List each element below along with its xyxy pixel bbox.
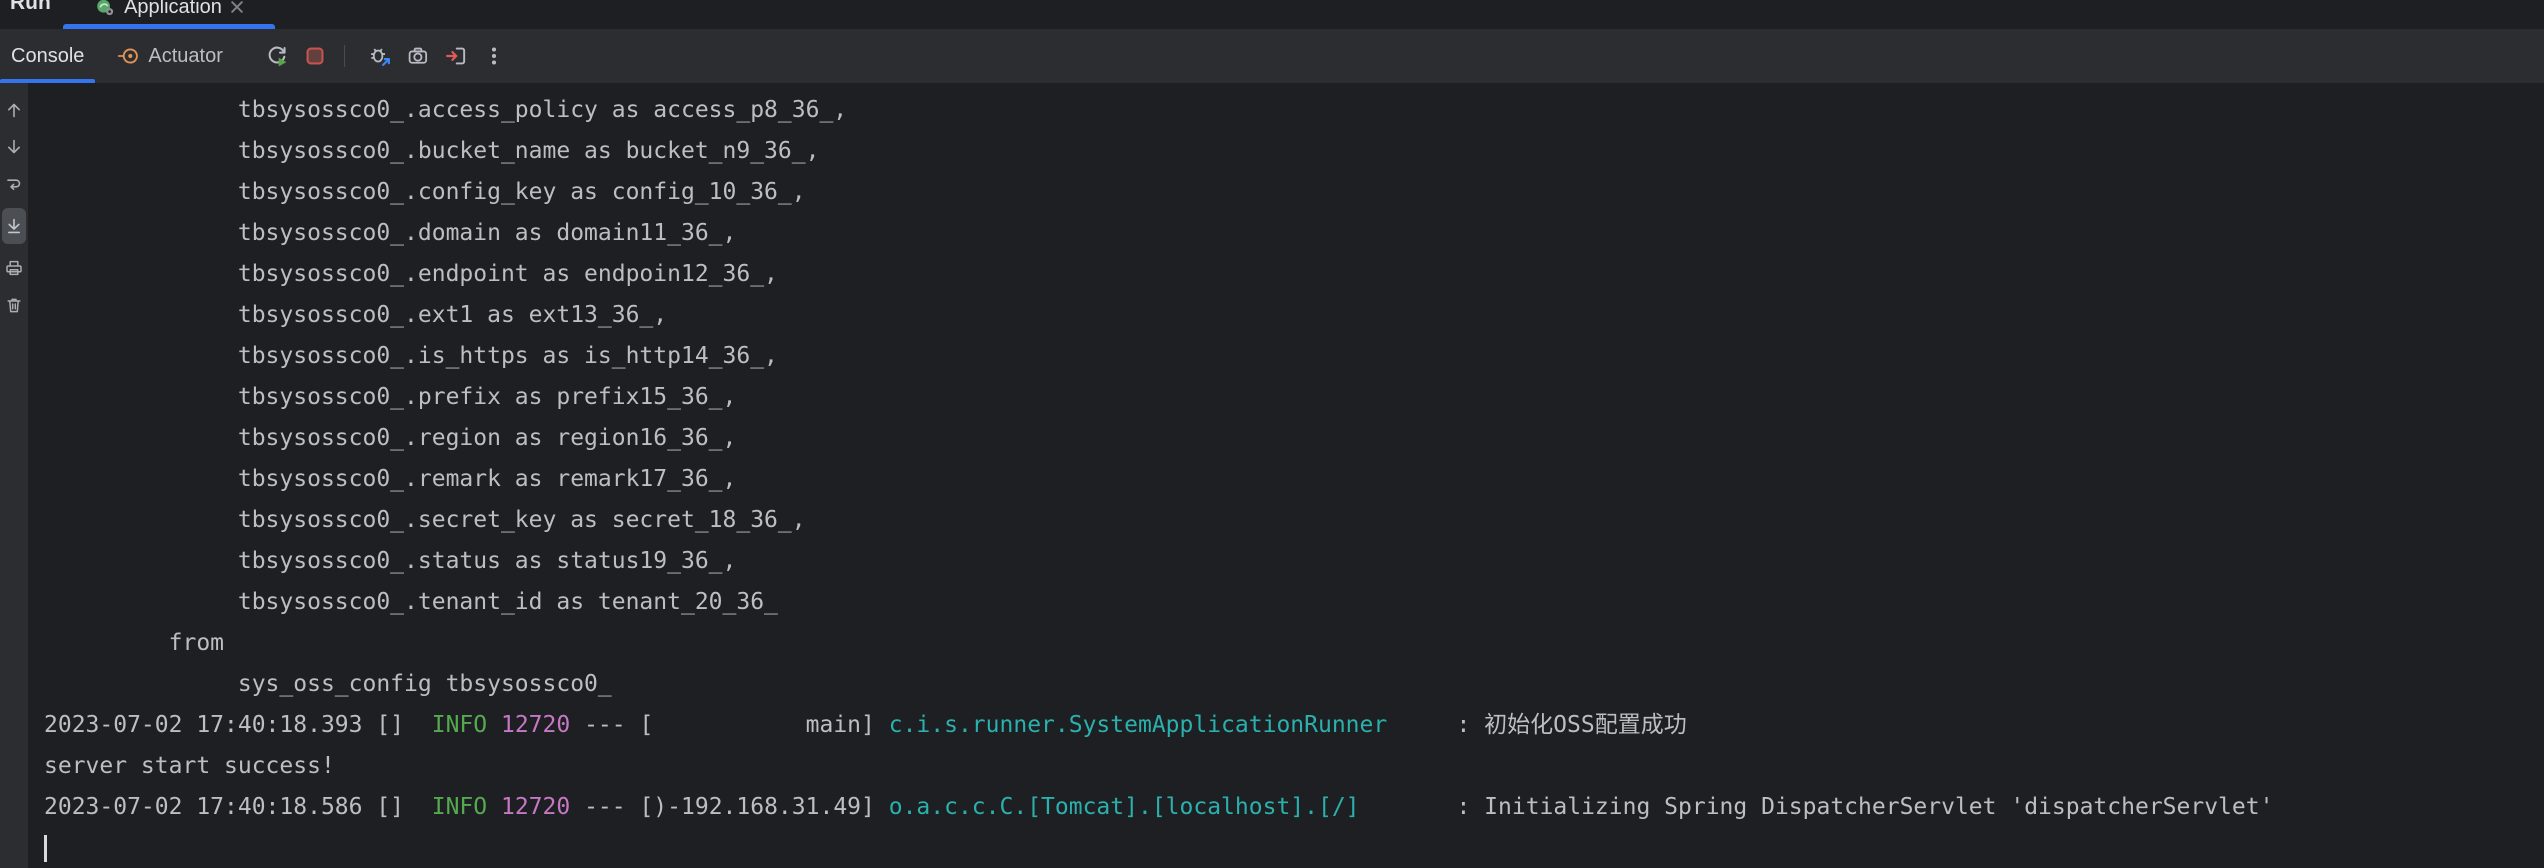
- soft-wrap-icon: [4, 174, 24, 194]
- console-panel: tbsysossco0_.access_key as access_k7_36_…: [0, 83, 2544, 868]
- console-line: from: [44, 623, 2544, 664]
- console-line: tbsysossco0_.domain as domain11_36_,: [44, 213, 2544, 254]
- up-stack-trace-button[interactable]: [2, 97, 26, 123]
- log-timestamp: 2023-07-02 17:40:18.586 []: [44, 794, 432, 820]
- more-options-button[interactable]: [479, 41, 509, 71]
- clear-all-button[interactable]: [2, 292, 26, 318]
- console-line: sys_oss_config tbsysossco0_: [44, 664, 2544, 705]
- log-pid: 12720: [487, 794, 570, 820]
- spring-boot-icon: [95, 0, 115, 17]
- stop-icon: [303, 44, 327, 68]
- more-options-icon: [482, 44, 506, 68]
- soft-wrap-button[interactable]: [2, 171, 26, 197]
- run-toolbar: Console Actuator: [0, 29, 2544, 83]
- console-line: server start success!: [44, 746, 2544, 787]
- console-line: tbsysossco0_.access_policy as access_p8_…: [44, 90, 2544, 131]
- log-level: INFO: [432, 794, 487, 820]
- exit-button[interactable]: [441, 41, 471, 71]
- tab-application[interactable]: Application: [63, 0, 275, 25]
- log-logger: c.i.s.runner.SystemApplicationRunner: [889, 712, 1388, 738]
- print-button[interactable]: [2, 255, 26, 281]
- console-line: tbsysossco0_.is_https as is_http14_36_,: [44, 336, 2544, 377]
- thread-dump-icon: [406, 44, 430, 68]
- scroll-to-end-button[interactable]: [2, 208, 26, 244]
- log-pid: 12720: [487, 712, 570, 738]
- console-line: tbsysossco0_.tenant_id as tenant_20_36_: [44, 582, 2544, 623]
- toolbar-separator: [344, 45, 345, 67]
- console-line: tbsysossco0_.ext1 as ext13_36_,: [44, 295, 2544, 336]
- log-message: : 初始化OSS配置成功: [1387, 712, 1686, 738]
- console-line: tbsysossco0_.remark as remark17_36_,: [44, 459, 2544, 500]
- console-line: tbsysossco0_.access_key as access_k7_36_…: [44, 83, 2544, 90]
- log-timestamp: 2023-07-02 17:40:18.393 []: [44, 712, 432, 738]
- tab-console-label: Console: [11, 45, 84, 68]
- console-output[interactable]: tbsysossco0_.access_key as access_k7_36_…: [28, 83, 2544, 868]
- console-line: tbsysossco0_.status as status19_36_,: [44, 541, 2544, 582]
- scroll-to-end-icon: [4, 216, 24, 236]
- console-line: tbsysossco0_.bucket_name as bucket_n9_36…: [44, 131, 2544, 172]
- down-stack-trace-button[interactable]: [2, 134, 26, 160]
- attach-debugger-icon: [368, 44, 392, 68]
- tab-actuator[interactable]: Actuator: [107, 29, 233, 83]
- console-gutter: [0, 83, 28, 868]
- tab-application-label: Application: [124, 0, 222, 19]
- rerun-button[interactable]: [262, 41, 292, 71]
- window-title: Run: [10, 0, 51, 15]
- tab-actuator-label: Actuator: [148, 45, 222, 68]
- stop-button[interactable]: [300, 41, 330, 71]
- run-header: Run Application: [0, 0, 2544, 29]
- console-line: tbsysossco0_.endpoint as endpoin12_36_,: [44, 254, 2544, 295]
- cursor-line: [44, 835, 2544, 868]
- rerun-icon: [265, 44, 289, 68]
- log-thread: --- [)-192.168.31.49]: [570, 794, 889, 820]
- console-line: tbsysossco0_.region as region16_36_,: [44, 418, 2544, 459]
- text-caret: [44, 835, 47, 862]
- clear-all-icon: [4, 295, 24, 315]
- console-tab-indicator: [0, 79, 95, 83]
- print-icon: [4, 258, 24, 278]
- thread-dump-button[interactable]: [403, 41, 433, 71]
- up-stack-trace-icon: [4, 100, 24, 120]
- log-message: : Initializing Spring DispatcherServlet …: [1360, 794, 2274, 820]
- close-icon[interactable]: [231, 1, 243, 13]
- console-line: tbsysossco0_.prefix as prefix15_36_,: [44, 377, 2544, 418]
- tab-console[interactable]: Console: [0, 29, 95, 83]
- console-line: tbsysossco0_.config_key as config_10_36_…: [44, 172, 2544, 213]
- attach-debugger-button[interactable]: [365, 41, 395, 71]
- log-level: INFO: [432, 712, 487, 738]
- actuator-icon: [118, 45, 140, 67]
- exit-icon: [444, 44, 468, 68]
- log-logger: o.a.c.c.C.[Tomcat].[localhost].[/]: [889, 794, 1360, 820]
- log-line: 2023-07-02 17:40:18.586 [] INFO 12720 --…: [44, 787, 2544, 828]
- console-line: tbsysossco0_.secret_key as secret_18_36_…: [44, 500, 2544, 541]
- log-line: 2023-07-02 17:40:18.393 [] INFO 12720 --…: [44, 705, 2544, 746]
- down-stack-trace-icon: [4, 137, 24, 157]
- run-tool-window: Run Application Console: [0, 0, 2544, 868]
- log-thread: --- [ main]: [570, 712, 889, 738]
